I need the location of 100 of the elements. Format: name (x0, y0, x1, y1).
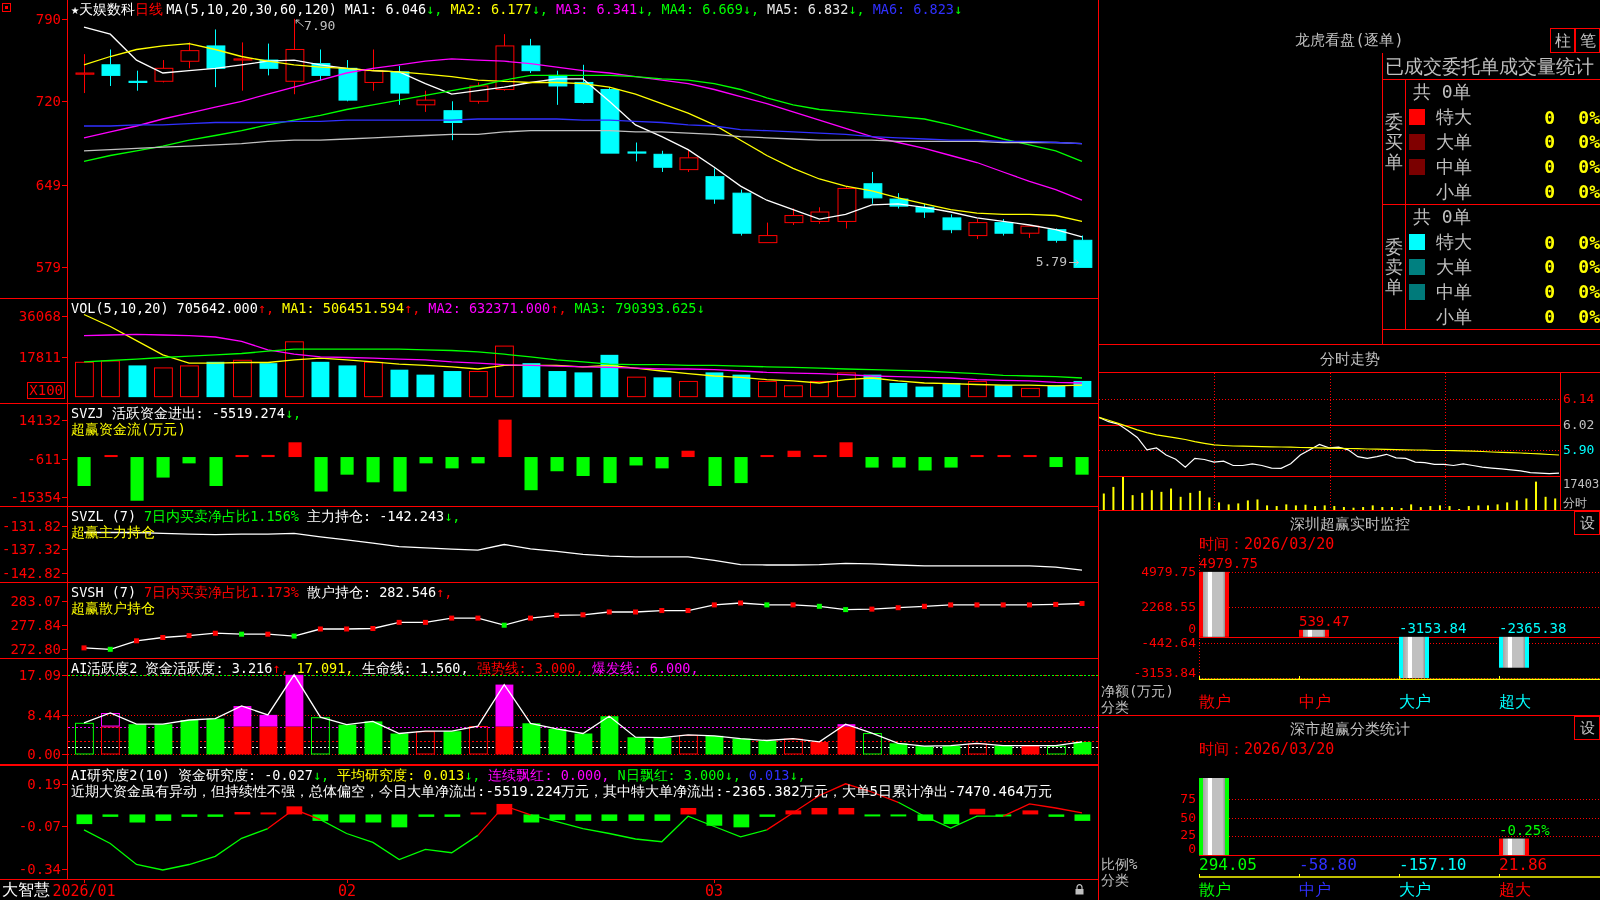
max-volume-label: 17403 (1563, 477, 1600, 491)
axis-label: 17.09 (18, 666, 61, 683)
axis-label: 6.02 (1563, 417, 1595, 432)
table-title: 已成交委托单成交量统计 (1385, 55, 1594, 77)
order-count: 0 (1543, 281, 1555, 303)
line-marker (895, 605, 901, 611)
side-label: 委卖单 (1385, 237, 1403, 297)
indicator-value: 散户持仓: 282.546 (306, 584, 437, 600)
axis-label: 283.07 (10, 592, 61, 609)
order-share: 0% (1577, 181, 1600, 203)
indicator-title: AI活跃度2 (71, 660, 138, 676)
panel-title: 龙虎看盘(逐单) (1295, 31, 1404, 49)
line-marker (580, 612, 586, 618)
order-count: 0 (1543, 306, 1555, 328)
line-marker (317, 626, 323, 632)
category-label: 大户 (1399, 881, 1431, 899)
line-marker (475, 615, 481, 621)
view-toggle-button[interactable]: 柱 (1550, 28, 1575, 53)
lock-icon (1075, 884, 1084, 895)
axis-title: 比例% (1101, 856, 1138, 872)
indicator-value: 生命线: 1.560, (361, 660, 469, 676)
order-size-label: 中单 (1435, 279, 1473, 304)
line-marker (265, 631, 271, 637)
indicator-title: SVZL (7) (71, 508, 137, 524)
view-toggle-button[interactable]: 笔 (1575, 28, 1600, 53)
line-marker (816, 603, 822, 609)
indicator-value: 连续飘红: 0.000, (488, 767, 610, 783)
line-marker (501, 622, 507, 628)
indicator-title: ★天娱数科 (71, 1, 136, 17)
settings-button[interactable]: 设 (1574, 716, 1600, 740)
value-label: -2365.38 (1499, 620, 1567, 636)
line-marker (790, 602, 796, 608)
panel-title: 深圳超赢实时监控 (1289, 514, 1410, 533)
indicator-value: 资金活跃度: 3.216 (145, 660, 273, 676)
category-label: 大户 (1399, 693, 1431, 713)
axis-label: 75 (1180, 791, 1196, 806)
axis-label: -3153.84 (1133, 666, 1196, 680)
order-size-label: 大单 (1435, 255, 1473, 279)
axis-label: 8.44 (27, 707, 61, 724)
axis-label: 277.84 (10, 617, 61, 634)
axis-label: 0 (1188, 621, 1196, 636)
order-total: 共 0单 (1412, 205, 1471, 229)
axis-label: -611 (27, 450, 61, 467)
line-marker (764, 602, 770, 608)
indicator-title: AI研究度2(10) (71, 767, 170, 783)
line-marker (659, 608, 665, 614)
trend-arrow: ↑, (436, 584, 453, 600)
line-marker (239, 631, 245, 637)
value-label: 4979.75 (1199, 555, 1258, 571)
panel-title: 分时走势 (1319, 349, 1380, 368)
trend-arrow: ↓, (444, 508, 461, 524)
indicator-value: 强势线: 3.000, (476, 660, 584, 676)
line-marker (1026, 602, 1032, 608)
order-count: 0 (1543, 106, 1555, 128)
panel-title: 深市超赢分类统计 (1289, 719, 1410, 738)
category-label: 中户 (1299, 881, 1331, 899)
indicator-value: MA3: 790393.625 (574, 300, 697, 316)
pointer-arrow-icon (295, 18, 305, 27)
trend-arrow: ↓, (464, 767, 481, 783)
unit-label: X100 (27, 382, 65, 399)
order-share: 0% (1577, 281, 1600, 303)
category-label: 散户 (1199, 693, 1231, 713)
order-size-label: 大单 (1435, 130, 1473, 154)
indicator-value: 爆发线: 6.000, (591, 660, 699, 676)
line-marker (606, 609, 612, 615)
axis-label: -0.07 (18, 817, 61, 834)
trend-arrow: ↓, (848, 1, 865, 17)
order-size-label: 中单 (1435, 154, 1473, 179)
indicator-value: 活跃资金进出: -5519.274 (111, 405, 285, 421)
indicator-value: MA3: 6.341 (555, 1, 638, 17)
order-share: 0% (1577, 231, 1600, 253)
square-icon (2, 3, 11, 12)
date-axis-label: 03 (704, 883, 724, 900)
indicator-value: MA6: 6.823 (872, 1, 954, 17)
line-marker (160, 635, 166, 640)
axis-title: 分类 (1101, 699, 1129, 715)
axis-label: 5.90 (1563, 443, 1595, 458)
category-label: 中户 (1299, 693, 1331, 713)
line-marker (186, 633, 192, 639)
indicator-value: 资金研究度: -0.027 (177, 767, 313, 783)
trend-arrow: ↓ (696, 300, 705, 316)
indicator-subtitle: 超赢资金流(万元) (71, 421, 186, 438)
line-marker (843, 607, 849, 613)
low-price-label: 5.79 (1035, 255, 1067, 270)
line-marker (948, 602, 954, 608)
axis-label: 4979.75 (1141, 564, 1196, 579)
order-count: 0 (1543, 131, 1555, 153)
category-label: 超大 (1499, 693, 1531, 713)
axis-title: 分类 (1101, 872, 1129, 888)
line-marker (422, 619, 428, 625)
line-marker (554, 612, 560, 618)
trend-arrow: ↓, (742, 1, 760, 17)
settings-button[interactable]: 设 (1574, 511, 1600, 535)
line-marker (212, 630, 218, 636)
line-marker (396, 619, 402, 625)
ratio-value: 21.86 (1499, 856, 1548, 874)
trend-arrow: ↓, (724, 767, 741, 783)
axis-label: 0.00 (27, 746, 61, 763)
line-marker (974, 602, 980, 608)
indicator-value: 平均研究度: 0.013 (337, 767, 465, 783)
